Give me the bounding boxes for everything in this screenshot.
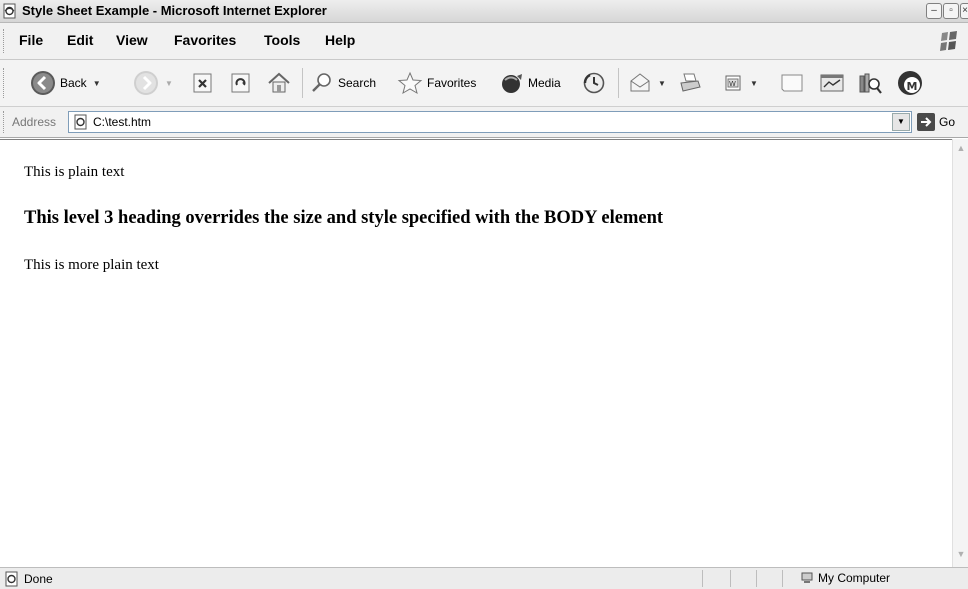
search-icon — [312, 73, 331, 92]
media-label: Media — [528, 76, 561, 90]
edit-dropdown-icon[interactable]: ▼ — [750, 79, 758, 88]
discuss-icon — [781, 74, 803, 92]
address-bar: Address C:\test.htm ▼ Go — [0, 107, 968, 138]
edit-document-icon: W — [725, 75, 741, 91]
browser-window: Style Sheet Example - Microsoft Internet… — [0, 0, 968, 589]
search-label: Search — [338, 76, 377, 90]
svg-text:W: W — [729, 80, 736, 88]
window-title: Style Sheet Example - Microsoft Internet… — [22, 3, 327, 18]
mail-button[interactable]: ▼ — [628, 69, 666, 97]
back-dropdown-icon[interactable]: ▼ — [93, 79, 101, 88]
forward-button[interactable]: ▼ — [133, 69, 173, 97]
vertical-scrollbar[interactable]: ▲ ▼ — [952, 139, 968, 567]
go-label: Go — [939, 115, 956, 129]
toolbar-separator — [302, 68, 303, 98]
title-bar: Style Sheet Example - Microsoft Internet… — [0, 0, 968, 23]
security-zone: My Computer — [800, 571, 890, 585]
menu-favorites[interactable]: Favorites — [174, 32, 236, 48]
ie-page-icon — [3, 3, 16, 19]
history-button[interactable] — [582, 69, 606, 97]
stop-icon — [193, 73, 212, 93]
edit-button[interactable]: W ▼ — [722, 69, 758, 97]
forward-dropdown-icon[interactable]: ▼ — [165, 79, 173, 88]
menu-edit[interactable]: Edit — [67, 32, 93, 48]
ie-page-icon — [74, 114, 87, 130]
chart-window-icon — [820, 74, 844, 92]
restore-button[interactable]: ▫ — [943, 3, 959, 19]
media-icon — [502, 74, 522, 93]
scroll-up-icon[interactable]: ▲ — [954, 141, 968, 155]
print-button[interactable] — [678, 69, 702, 97]
zone-label: My Computer — [818, 571, 891, 585]
home-icon — [268, 72, 290, 93]
favorites-button[interactable]: Favorites — [397, 69, 476, 97]
toolbar-separator — [618, 68, 619, 98]
status-pane-divider — [782, 570, 783, 587]
mail-dropdown-icon[interactable]: ▼ — [658, 79, 666, 88]
standard-toolbar: Back ▼ ▼ Search Favorites Media ▼ W ▼ M — [0, 60, 968, 107]
research-books-icon — [859, 73, 882, 94]
menu-view[interactable]: View — [116, 32, 148, 48]
refresh-icon — [231, 73, 250, 93]
printer-icon — [680, 73, 701, 92]
close-button[interactable]: × — [960, 3, 968, 19]
page-done-icon — [5, 571, 18, 587]
minimize-button[interactable]: – — [926, 3, 942, 19]
my-computer-icon — [801, 572, 813, 583]
plain-text-paragraph: This is plain text — [24, 164, 125, 180]
search-button[interactable]: Search — [310, 69, 376, 97]
home-button[interactable] — [266, 69, 292, 97]
scroll-down-icon[interactable]: ▼ — [954, 547, 968, 561]
windows-logo-icon — [940, 31, 957, 51]
discuss-button[interactable] — [778, 69, 806, 97]
stop-button[interactable] — [192, 69, 214, 97]
address-label: Address — [12, 115, 57, 129]
history-icon — [583, 72, 605, 94]
status-pane-divider — [756, 570, 757, 587]
svg-text:M: M — [907, 80, 918, 93]
address-value[interactable]: C:\test.htm — [93, 115, 151, 129]
status-pane-divider — [730, 570, 731, 587]
m-logo-icon: M — [898, 71, 922, 95]
media-button[interactable]: Media — [500, 69, 561, 97]
address-dropdown-icon[interactable]: ▼ — [892, 113, 910, 131]
back-arrow-icon — [31, 71, 55, 95]
menu-file[interactable]: File — [19, 32, 43, 48]
status-pane-divider — [702, 570, 703, 587]
address-grip — [3, 111, 7, 133]
favorites-star-icon — [397, 71, 423, 95]
address-input[interactable]: C:\test.htm ▼ — [68, 111, 912, 133]
back-label: Back — [60, 76, 87, 90]
research-button[interactable] — [856, 69, 884, 97]
level-3-heading: This level 3 heading overrides the size … — [24, 208, 664, 228]
toolbar-grip — [3, 68, 7, 98]
forward-arrow-icon — [134, 71, 158, 95]
status-bar: Done My Computer — [0, 567, 968, 589]
m-addon-button[interactable]: M — [896, 69, 924, 97]
refresh-button[interactable] — [230, 69, 252, 97]
menu-tools[interactable]: Tools — [264, 32, 300, 48]
menu-help[interactable]: Help — [325, 32, 355, 48]
page-content: This is plain text This level 3 heading … — [0, 139, 952, 568]
menu-bar: File Edit View Favorites Tools Help — [0, 23, 968, 60]
messenger-button[interactable] — [818, 69, 846, 97]
more-plain-text-paragraph: This is more plain text — [24, 257, 159, 273]
go-arrow-icon — [917, 113, 935, 131]
favorites-label: Favorites — [427, 76, 477, 90]
menu-grip — [3, 29, 7, 53]
go-button[interactable]: Go — [917, 113, 955, 131]
back-button[interactable]: Back ▼ — [30, 69, 101, 97]
status-text: Done — [24, 572, 53, 586]
mail-icon — [630, 73, 650, 92]
